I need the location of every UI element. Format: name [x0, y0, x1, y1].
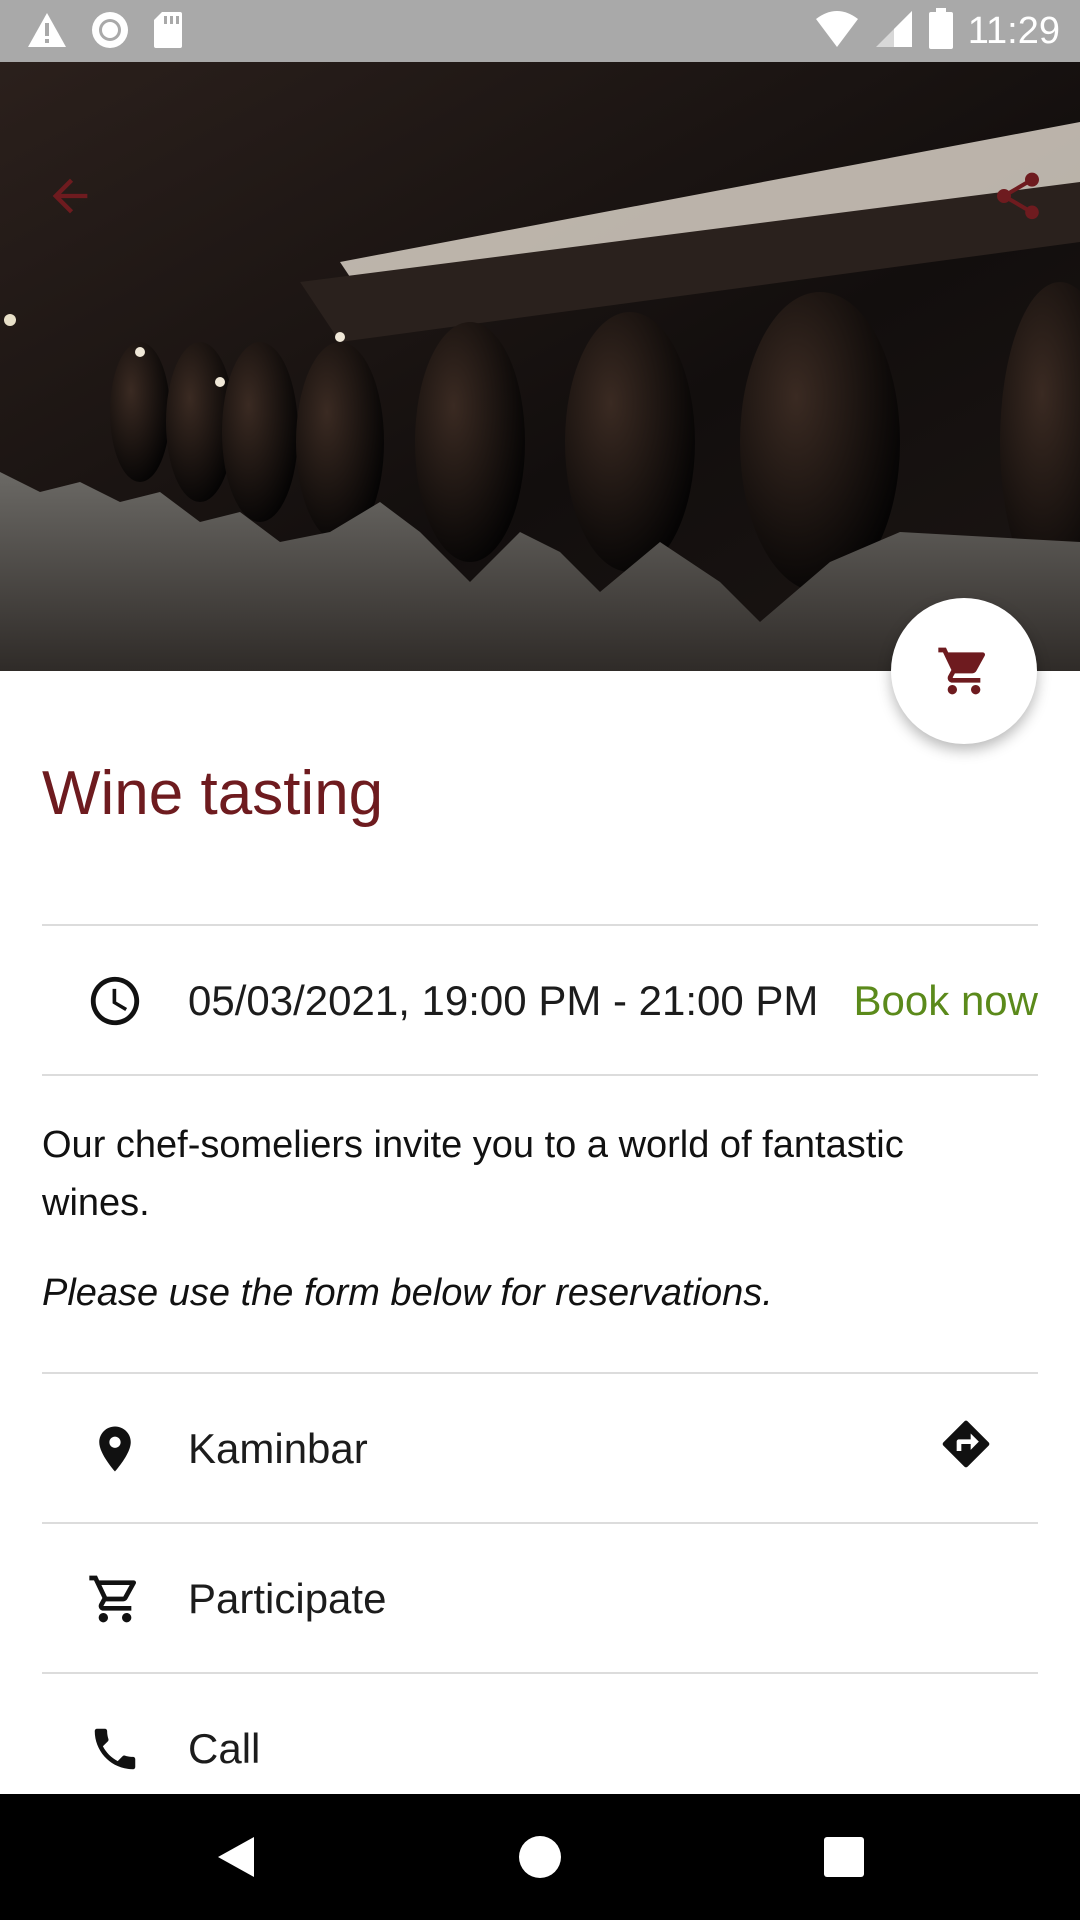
status-bar: 11:29	[0, 0, 1080, 62]
navigation-bar	[0, 1794, 1080, 1920]
share-button[interactable]	[982, 160, 1054, 232]
clock-icon	[90, 976, 140, 1026]
location-row[interactable]: Kaminbar	[42, 1376, 1038, 1522]
cart-icon	[938, 647, 986, 695]
divider	[42, 1672, 1038, 1674]
call-label: Call	[188, 1725, 261, 1772]
event-title: Wine tasting	[42, 759, 384, 828]
directions-icon	[942, 1420, 990, 1468]
signal-icon	[874, 9, 914, 54]
battery-icon	[928, 8, 954, 55]
event-datetime: 05/03/2021, 19:00 PM - 21:00 PM	[188, 977, 819, 1024]
directions-button[interactable]	[938, 1416, 994, 1482]
divider	[42, 1074, 1038, 1076]
nav-home-button[interactable]	[460, 1794, 620, 1920]
arrow-back-icon	[52, 178, 88, 214]
divider	[42, 1522, 1038, 1524]
share-icon	[997, 172, 1039, 220]
cart-fab-button[interactable]	[891, 598, 1037, 744]
participate-row[interactable]: Participate	[42, 1526, 1038, 1672]
book-now-link[interactable]: Book now	[854, 977, 1038, 1025]
nav-back-button[interactable]	[156, 1794, 316, 1920]
datetime-row: 05/03/2021, 19:00 PM - 21:00 PM Book now	[42, 928, 1038, 1074]
hero-image	[0, 62, 1080, 671]
location-label: Kaminbar	[188, 1425, 368, 1472]
divider	[42, 924, 1038, 926]
event-description: Our chef-someliers invite you to a world…	[42, 1124, 904, 1224]
wine-bottles-photo	[0, 62, 1080, 671]
cart-outline-icon	[89, 1575, 137, 1623]
reservation-note: Please use the form below for reservatio…	[42, 1272, 773, 1314]
triangle-back-icon	[218, 1837, 254, 1877]
back-button[interactable]	[34, 160, 106, 232]
warning-icon	[26, 11, 68, 54]
nav-recents-button[interactable]	[764, 1794, 924, 1920]
phone-icon	[94, 1728, 136, 1770]
divider	[42, 1372, 1038, 1374]
participate-label: Participate	[188, 1575, 387, 1622]
circle-icon	[90, 10, 130, 55]
sdcard-icon	[152, 10, 184, 55]
square-recents-icon	[824, 1837, 864, 1877]
wifi-icon	[814, 9, 860, 54]
home-circle-icon	[519, 1836, 561, 1878]
clock: 11:29	[967, 10, 1060, 52]
location-pin-icon	[99, 1426, 131, 1472]
